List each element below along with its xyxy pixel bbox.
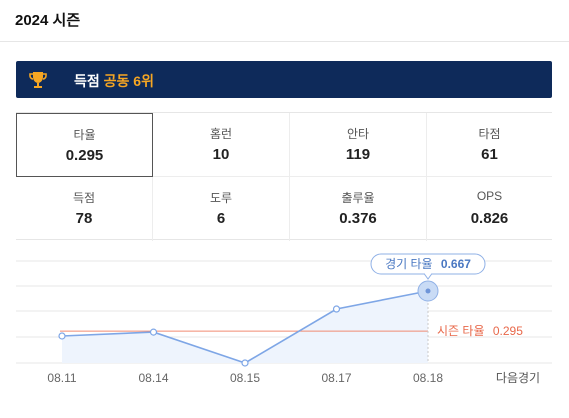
stat-label: 출루율 bbox=[341, 191, 375, 205]
x-tick-label[interactable]: 08.14 bbox=[138, 371, 168, 385]
x-tick-label[interactable]: 08.11 bbox=[47, 371, 76, 385]
stat-value: 0.826 bbox=[470, 210, 509, 227]
stats-grid: 타율 0.295 홈런 10 안타 119 타점 61 득점 78 도루 6 출… bbox=[16, 112, 552, 241]
stat-value: 61 bbox=[481, 146, 498, 163]
stat-batting-average[interactable]: 타율 0.295 bbox=[16, 113, 153, 177]
stat-label: 타점 bbox=[478, 127, 501, 141]
rank-category: 득점 bbox=[74, 73, 100, 89]
stat-value: 0.376 bbox=[339, 210, 377, 227]
stat-rbi[interactable]: 타점 61 bbox=[427, 113, 552, 177]
season-average-label: 시즌 타율 0.295 bbox=[437, 324, 523, 338]
batting-average-chart: 08.11 08.14 08.15 08.17 08.18 다음경기 시즌 타율 0.2… bbox=[16, 253, 552, 385]
stat-on-base-percentage[interactable]: 출루율 0.376 bbox=[290, 177, 427, 241]
stat-label: 득점 bbox=[72, 191, 96, 205]
stat-hits[interactable]: 안타 119 bbox=[290, 113, 427, 177]
stat-label: 타율 bbox=[73, 128, 96, 142]
season-title: 2024 시즌 bbox=[15, 12, 81, 29]
data-point[interactable] bbox=[332, 305, 341, 313]
x-tick-label[interactable]: 08.17 bbox=[321, 371, 351, 385]
stat-value: 10 bbox=[212, 146, 230, 163]
stat-label: 안타 bbox=[346, 127, 370, 141]
tooltip-value: 0.667 bbox=[441, 257, 471, 271]
game-average-tooltip: 경기 타율 0.667 bbox=[370, 253, 486, 280]
stat-value: 6 bbox=[216, 210, 226, 227]
tooltip-tail bbox=[423, 273, 433, 280]
next-game-label[interactable]: 다음경기 bbox=[496, 371, 540, 385]
season-average-text: 시즌 타율 bbox=[437, 324, 485, 338]
stat-ops[interactable]: OPS 0.826 bbox=[427, 177, 552, 241]
x-tick-label[interactable]: 08.18 bbox=[413, 371, 443, 385]
stat-label: OPS bbox=[476, 189, 503, 203]
stat-label: 도루 bbox=[209, 191, 233, 205]
rank-position: 공동 6위 bbox=[103, 73, 154, 89]
stat-label: 홈런 bbox=[209, 127, 233, 141]
tooltip-label: 경기 타율 bbox=[385, 257, 433, 271]
rank-banner: 득점 공동 6위 bbox=[16, 61, 552, 98]
tooltip-text: 경기 타율 0.667 bbox=[385, 257, 471, 271]
stat-stolen-bases[interactable]: 도루 6 bbox=[153, 177, 290, 241]
stat-value: 119 bbox=[345, 146, 371, 163]
stat-home-runs[interactable]: 홈런 10 bbox=[153, 113, 290, 177]
data-point[interactable] bbox=[425, 288, 431, 294]
season-average-value: 0.295 bbox=[493, 324, 523, 338]
season-header: 2024 시즌 bbox=[0, 0, 569, 42]
data-point[interactable] bbox=[241, 359, 249, 367]
stat-value: 78 bbox=[75, 210, 93, 227]
trophy-icon bbox=[29, 72, 47, 88]
data-point[interactable] bbox=[58, 332, 66, 340]
stat-value: 0.295 bbox=[65, 147, 104, 164]
rank-text: 득점 공동 6위 bbox=[74, 71, 154, 91]
data-point[interactable] bbox=[149, 328, 158, 336]
x-axis-ticks: 08.11 08.14 08.15 08.17 08.18 bbox=[47, 371, 443, 385]
stat-runs[interactable]: 득점 78 bbox=[16, 177, 153, 241]
x-tick-label[interactable]: 08.15 bbox=[230, 371, 260, 385]
